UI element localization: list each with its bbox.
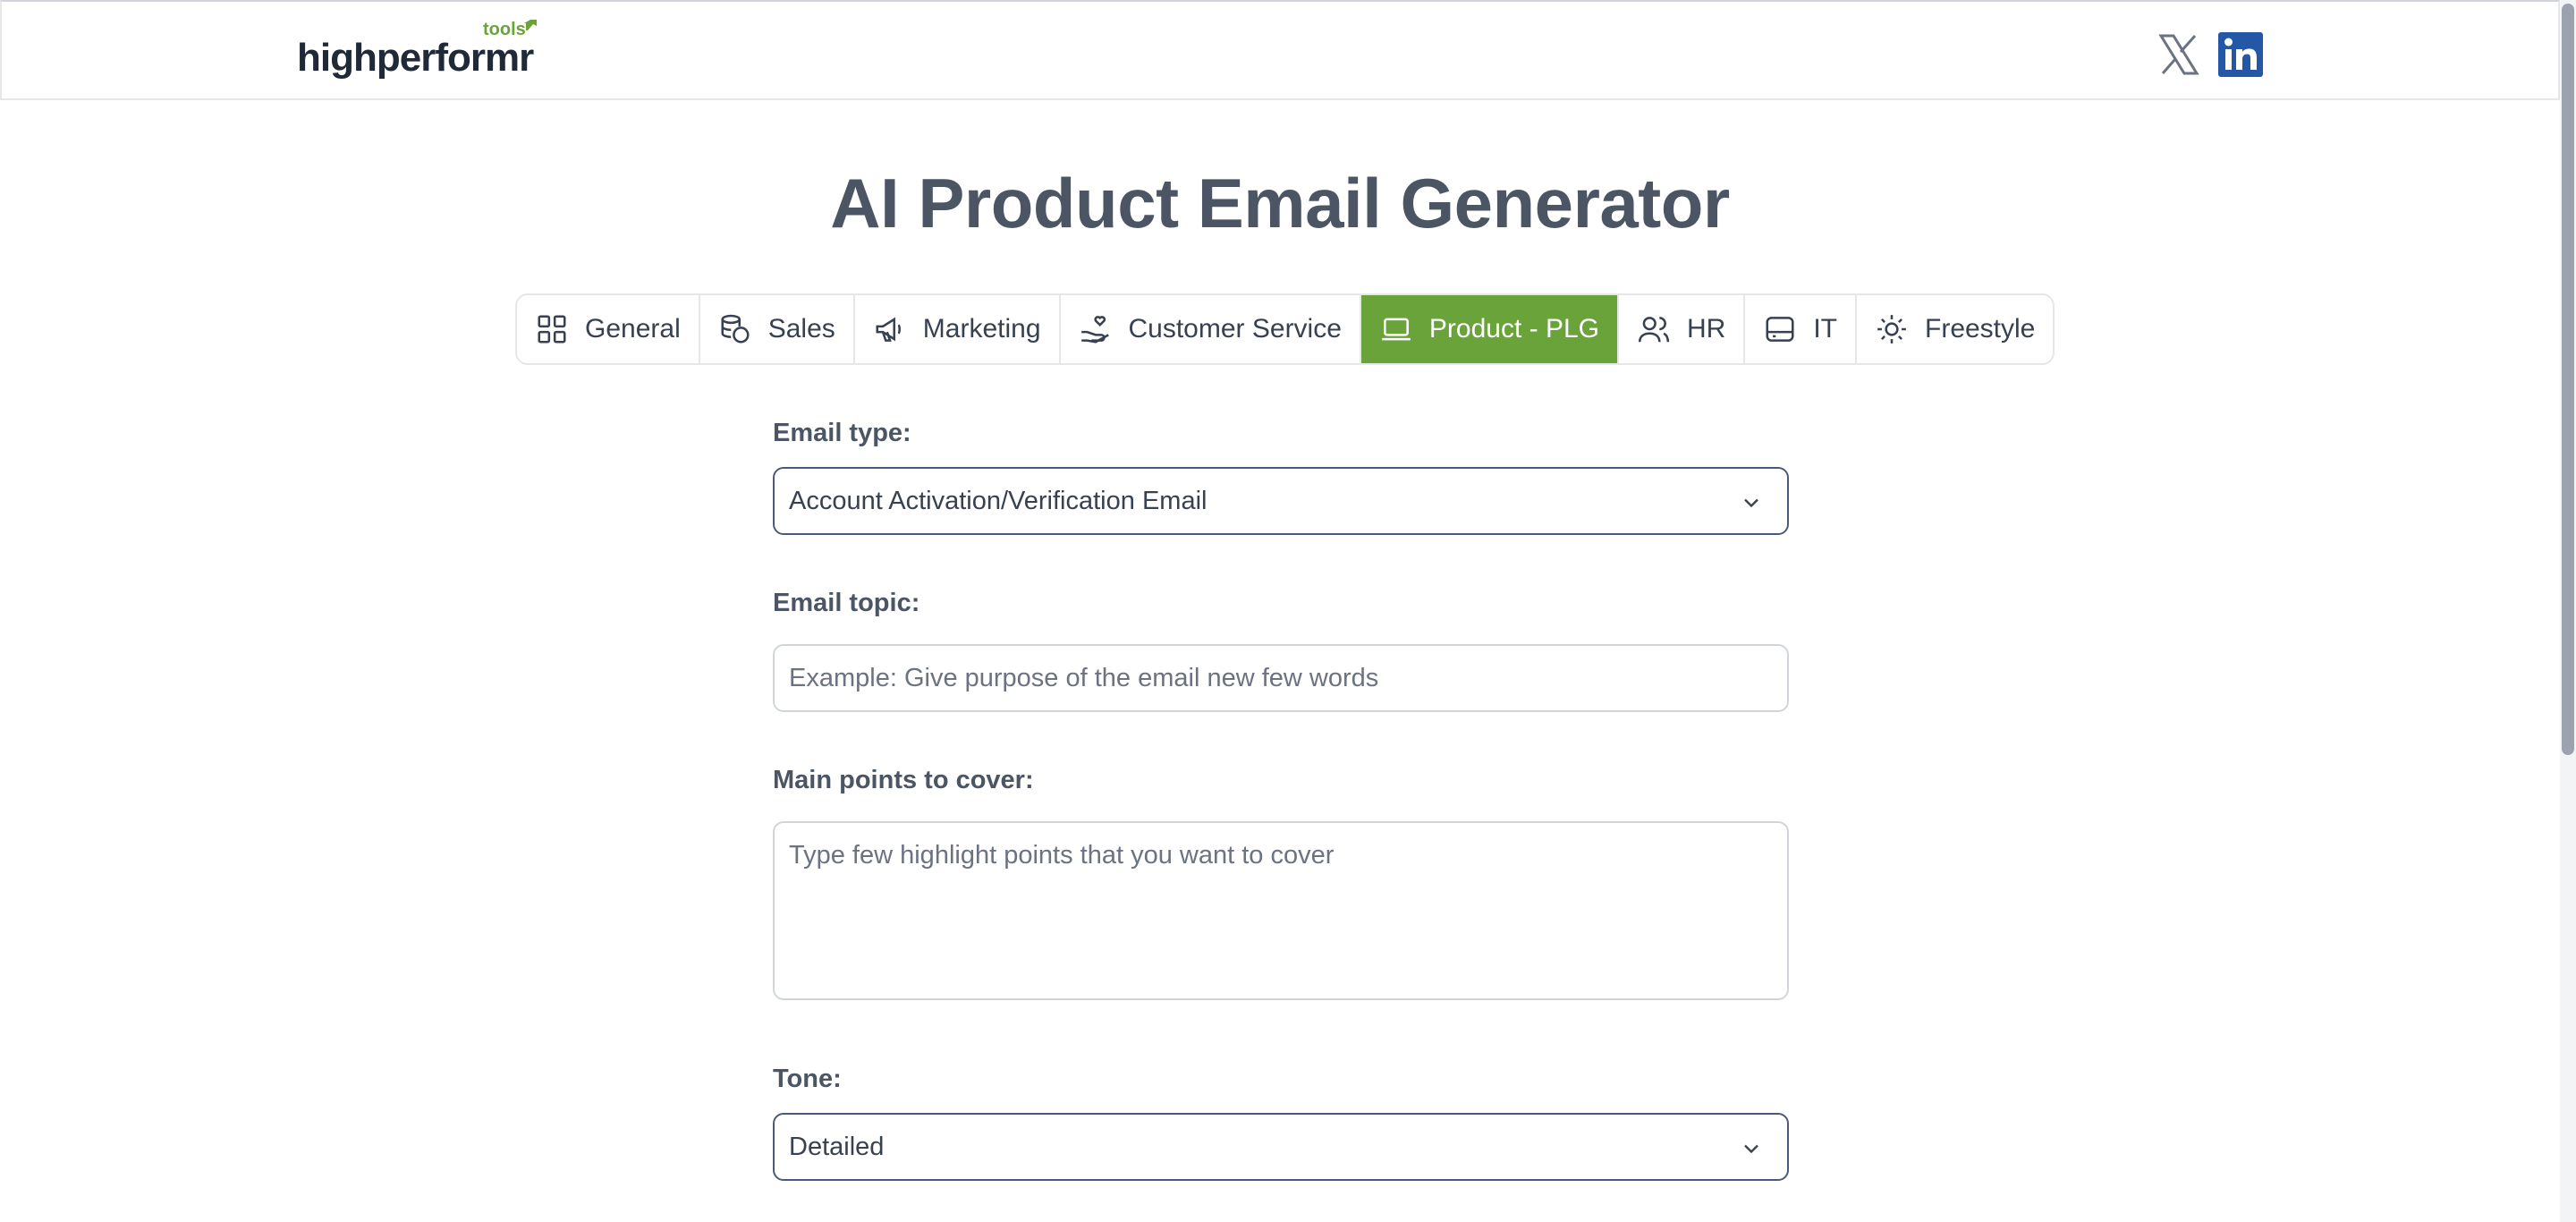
tab-label: Product - PLG [1428,314,1599,344]
main-points-label: Main points to cover: [773,766,1034,794]
tab-label: Sales [767,314,835,344]
users-icon [1638,317,1670,343]
brand-logo[interactable]: highperformr tools [297,20,538,82]
tab-label: General [585,314,681,344]
chevron-down-icon [1744,1144,1758,1154]
laptop-icon [1382,318,1411,341]
email-type-value: Account Activation/Verification Email [789,486,1208,515]
tab-freestyle[interactable]: Freestyle [1857,295,2053,363]
megaphone-icon [876,317,901,342]
email-topic-placeholder: Example: Give purpose of the email new f… [789,663,1379,692]
tab-customer-service[interactable]: Customer Service [1061,295,1361,363]
tab-label: Customer Service [1128,314,1342,344]
brand-wordmark: highperformr [297,36,534,80]
coins-icon [721,314,750,344]
email-topic-label: Email topic: [773,589,920,617]
email-topic-input[interactable]: Example: Give purpose of the email new f… [773,644,1789,712]
chevron-down-icon [1744,498,1758,508]
top-header: highperformr tools [0,0,2560,100]
tone-select[interactable]: Detailed [773,1113,1789,1181]
page: highperformr tools AI Product Email Gene… [0,0,2576,1222]
tone-label: Tone: [773,1065,842,1093]
tab-it[interactable]: IT [1745,295,1857,363]
main-points-placeholder: Type few highlight points that you want … [789,841,1335,870]
tab-label: Freestyle [1925,314,2036,344]
tab-sales[interactable]: Sales [700,295,855,363]
scrollbar-thumb[interactable] [2562,4,2574,755]
sun-icon [1877,315,1906,344]
brand-arrow-icon [524,20,537,30]
tab-label: Marketing [922,314,1041,344]
tab-general[interactable]: General [517,295,700,363]
hard-drive-icon [1766,317,1794,342]
tab-hr[interactable]: HR [1619,295,1746,363]
grid-icon [538,315,566,344]
brand-tools-label: tools [483,20,526,39]
tab-marketing[interactable]: Marketing [855,295,1061,363]
tone-value: Detailed [789,1132,885,1161]
linkedin-icon[interactable] [2218,32,2263,77]
email-type-select[interactable]: Account Activation/Verification Email [773,467,1789,535]
page-title: AI Product Email Generator [830,164,1730,242]
email-type-label: Email type: [773,419,911,447]
tab-product-plg[interactable]: Product - PLG [1360,295,1619,363]
hand-heart-icon [1080,316,1109,344]
tab-label: IT [1813,314,1837,344]
main-points-textarea[interactable]: Type few highlight points that you want … [773,821,1789,1000]
tab-label: HR [1686,314,1726,344]
x-logo-icon[interactable] [2156,32,2200,77]
category-tabs: General Sales Marketing Customer Service [515,293,2055,365]
